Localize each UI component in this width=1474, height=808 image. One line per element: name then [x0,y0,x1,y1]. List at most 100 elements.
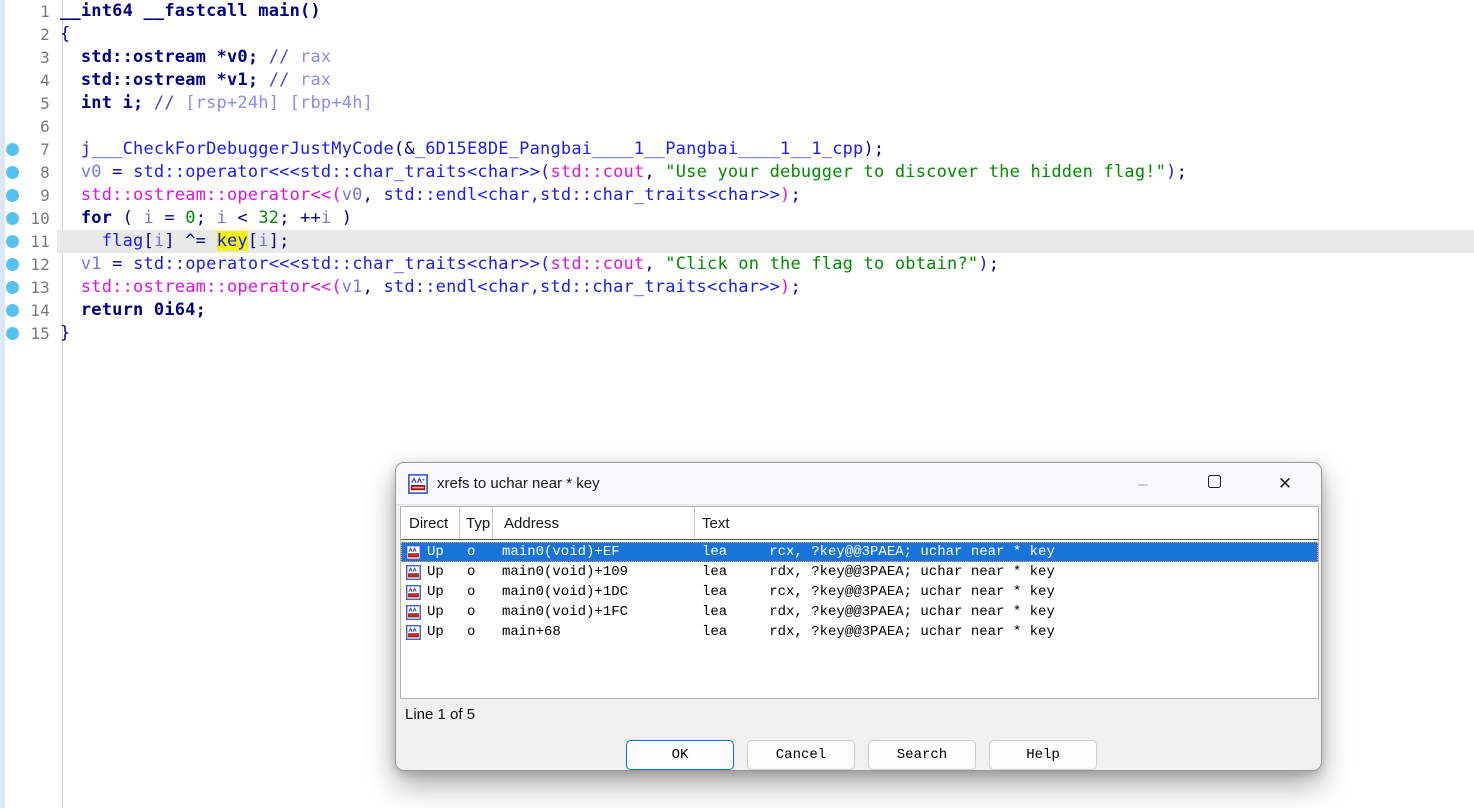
line-number: 3 [25,46,57,69]
button-row: OK Cancel Search Help [396,740,1321,770]
code-text [57,115,1474,138]
table-header-row: Direct Typ Address Text [401,507,1318,540]
column-header-direction[interactable]: Direct [401,507,460,539]
xref-row[interactable]: Upomain+68lea rdx, ?key@@3PAEA; uchar ne… [401,622,1318,642]
xref-text: lea rdx, ?key@@3PAEA; uchar near * key [695,564,1318,580]
line-number: 5 [25,92,57,115]
gutter-dot-cell [0,46,25,69]
code-line[interactable]: 10 for ( i = 0; i < 32; ++i ) [0,207,1474,230]
code-line[interactable]: 4 std::ostream *v1; // rax [0,69,1474,92]
code-line[interactable]: 11 flag[i] ^= key[i]; [0,230,1474,253]
xref-text: lea rcx, ?key@@3PAEA; uchar near * key [695,584,1318,600]
xref-direction-cell: Up [401,584,460,600]
breakpoint-dot-icon[interactable] [6,143,19,156]
column-header-address[interactable]: Address [493,507,695,539]
gutter-dot-cell [0,69,25,92]
maximize-icon[interactable] [1192,475,1236,493]
xref-text: lea rcx, ?key@@3PAEA; uchar near * key [695,544,1318,560]
gutter-dot-cell [0,184,25,207]
xref-row[interactable]: Upomain0(void)+EFlea rcx, ?key@@3PAEA; u… [401,542,1318,562]
xref-address: main0(void)+EF [493,544,695,560]
xref-icon [406,605,421,620]
code-line[interactable]: 15} [0,322,1474,345]
xref-direction: Up [427,584,444,600]
line-number: 4 [25,69,57,92]
column-header-type[interactable]: Typ [460,507,493,539]
line-number: 11 [25,230,57,253]
help-button[interactable]: Help [989,740,1097,770]
line-number: 15 [25,322,57,345]
gutter-dot-cell [0,322,25,345]
xref-address: main0(void)+109 [493,564,695,580]
ok-button[interactable]: OK [626,740,734,770]
xref-direction: Up [427,624,444,640]
line-number: 13 [25,276,57,299]
breakpoint-dot-icon[interactable] [6,235,19,248]
breakpoint-dot-icon[interactable] [6,281,19,294]
breakpoint-dot-icon[interactable] [6,327,19,340]
gutter-dot-cell [0,276,25,299]
xref-row[interactable]: Upomain0(void)+109lea rdx, ?key@@3PAEA; … [401,562,1318,582]
dialog-titlebar[interactable]: xrefs to uchar near * key – ✕ [396,463,1321,505]
code-line[interactable]: 13 std::ostream::operator<<(v1, std::end… [0,276,1474,299]
breakpoint-dot-icon[interactable] [6,212,19,225]
code-text: std::ostream::operator<<(v0, std::endl<c… [57,184,1474,207]
xref-icon [408,474,428,494]
gutter-dot-cell [0,230,25,253]
code-area[interactable]: 1__int64 __fastcall main()2{3 std::ostre… [0,0,1474,345]
line-number: 1 [25,0,57,23]
xref-row[interactable]: Upomain0(void)+1FClea rdx, ?key@@3PAEA; … [401,602,1318,622]
xrefs-list: Direct Typ Address Text Upomain0(void)+E… [400,506,1319,699]
code-line[interactable]: 3 std::ostream *v0; // rax [0,46,1474,69]
xref-type: o [460,584,493,600]
gutter-dot-cell [0,299,25,322]
breakpoint-dot-icon[interactable] [6,258,19,271]
xref-direction-cell: Up [401,544,460,560]
cancel-button[interactable]: Cancel [747,740,855,770]
code-text: return 0i64; [57,299,1474,322]
minimize-icon[interactable]: – [1121,474,1165,494]
xref-type: o [460,564,493,580]
code-line[interactable]: 2{ [0,23,1474,46]
code-line[interactable]: 1__int64 __fastcall main() [0,0,1474,23]
code-line[interactable]: 5 int i; // [rsp+24h] [rbp+4h] [0,92,1474,115]
gutter-dot-cell [0,115,25,138]
xref-row[interactable]: Upomain0(void)+1DClea rcx, ?key@@3PAEA; … [401,582,1318,602]
code-line[interactable]: 6 [0,115,1474,138]
breakpoint-dot-icon[interactable] [6,166,19,179]
gutter-dot-cell [0,92,25,115]
line-number: 2 [25,23,57,46]
xref-icon [406,585,421,600]
line-number: 10 [25,207,57,230]
xref-icon [406,545,421,560]
code-text: v0 = std::operator<<<std::char_traits<ch… [57,161,1474,184]
code-text: j___CheckForDebuggerJustMyCode(&_6D15E8D… [57,138,1474,161]
code-text: for ( i = 0; i < 32; ++i ) [57,207,1474,230]
code-line[interactable]: 12 v1 = std::operator<<<std::char_traits… [0,253,1474,276]
xref-direction-cell: Up [401,564,460,580]
line-number: 8 [25,161,57,184]
code-line[interactable]: 7 j___CheckForDebuggerJustMyCode(&_6D15E… [0,138,1474,161]
xrefs-dialog: xrefs to uchar near * key – ✕ Direct Typ… [395,462,1322,771]
gutter-dot-cell [0,207,25,230]
xref-direction: Up [427,544,444,560]
code-text: std::ostream *v0; // rax [57,46,1474,69]
close-icon[interactable]: ✕ [1263,474,1307,494]
breakpoint-dot-icon[interactable] [6,189,19,202]
column-header-text[interactable]: Text [695,507,1318,539]
xref-address: main+68 [493,624,695,640]
gutter-dot-cell [0,161,25,184]
table-body: Upomain0(void)+EFlea rcx, ?key@@3PAEA; u… [401,540,1318,642]
ida-window: 1__int64 __fastcall main()2{3 std::ostre… [0,0,1474,808]
code-text: int i; // [rsp+24h] [rbp+4h] [57,92,1474,115]
gutter-dot-cell [0,253,25,276]
code-line[interactable]: 14 return 0i64; [0,299,1474,322]
xref-type: o [460,604,493,620]
code-text: } [57,322,1474,345]
breakpoint-dot-icon[interactable] [6,304,19,317]
code-line[interactable]: 9 std::ostream::operator<<(v0, std::endl… [0,184,1474,207]
line-number: 7 [25,138,57,161]
code-line[interactable]: 8 v0 = std::operator<<<std::char_traits<… [0,161,1474,184]
xref-direction-cell: Up [401,624,460,640]
search-button[interactable]: Search [868,740,976,770]
